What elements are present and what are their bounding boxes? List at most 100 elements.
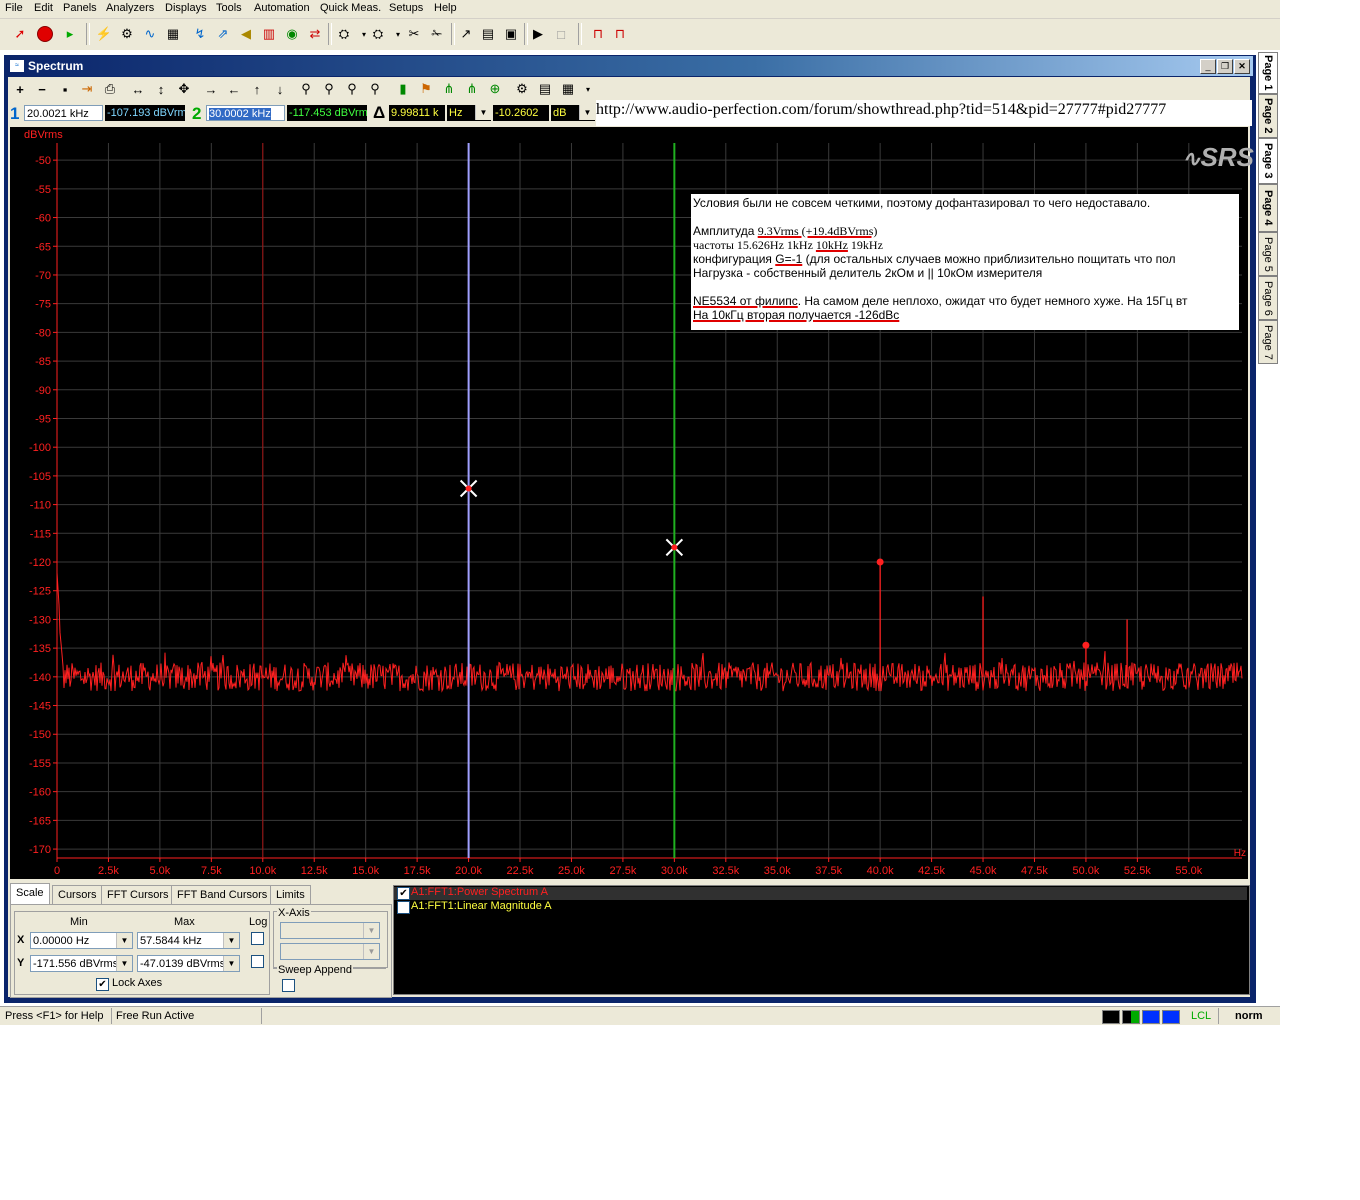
- menu-displays[interactable]: Displays: [165, 2, 207, 14]
- menu-help[interactable]: Help: [434, 2, 457, 14]
- x-log-checkbox[interactable]: [251, 932, 264, 945]
- pan-left-icon[interactable]: ←: [224, 79, 244, 99]
- chart-line-icon[interactable]: ↗: [456, 24, 476, 44]
- minimize-button[interactable]: _: [1200, 59, 1216, 74]
- y-min-field[interactable]: -171.556 dBVrms ▼: [30, 955, 133, 972]
- table-icon[interactable]: ▤: [535, 79, 555, 99]
- close-button[interactable]: ✕: [1234, 59, 1250, 74]
- y-tick-label: -90: [35, 385, 51, 397]
- trace-1-checkbox[interactable]: ✔: [397, 887, 410, 900]
- cursor-2-freq-field[interactable]: 30.0002 kHz: [206, 105, 285, 121]
- page-tab-6[interactable]: Page 6: [1258, 276, 1278, 320]
- tool-icon-a[interactable]: ✂: [404, 24, 424, 44]
- menu-panels[interactable]: Panels: [63, 2, 97, 14]
- tab-limits[interactable]: Limits: [270, 885, 311, 904]
- pan-right-icon[interactable]: →: [201, 79, 221, 99]
- bar-chart-icon[interactable]: ▥: [259, 24, 279, 44]
- quick-meas-ao-icon[interactable]: ⛭: [334, 24, 354, 44]
- gen-a0-icon[interactable]: ⊓: [588, 24, 608, 44]
- record-button[interactable]: [35, 24, 55, 44]
- page-tab-3[interactable]: Page 3: [1258, 138, 1278, 184]
- marker-1-icon[interactable]: ⚲: [296, 79, 316, 99]
- status-indicator-3: [1142, 1010, 1160, 1024]
- tab-fft-band-cursors[interactable]: FFT Band Cursors: [171, 885, 274, 904]
- fft-icon[interactable]: ▦: [163, 24, 183, 44]
- pan-up-icon[interactable]: ↑: [247, 79, 267, 99]
- x-axis-select-2[interactable]: ▼: [280, 943, 380, 960]
- page-tab-5[interactable]: Page 5: [1258, 232, 1278, 276]
- fit-y-icon[interactable]: ↕: [151, 79, 171, 99]
- page-tab-2[interactable]: Page 2: [1258, 94, 1278, 138]
- panel-play-icon[interactable]: ▶: [528, 24, 548, 44]
- delta-freq-unit-select[interactable]: Hz ▼: [447, 105, 491, 121]
- panel-stop-icon[interactable]: □: [551, 24, 571, 44]
- gen-a1-icon[interactable]: ⊓: [610, 24, 630, 44]
- cursor-left-icon[interactable]: ⋔: [439, 79, 459, 99]
- restore-button[interactable]: ❐: [1217, 59, 1233, 74]
- marker-4-icon[interactable]: ⚲: [365, 79, 385, 99]
- film-icon[interactable]: ▣: [501, 24, 521, 44]
- tab-fft-cursors[interactable]: FFT Cursors: [101, 885, 175, 904]
- menu-quick-meas[interactable]: Quick Meas.: [320, 2, 381, 14]
- trace-2-checkbox[interactable]: [397, 901, 410, 914]
- add-icon[interactable]: +: [10, 79, 30, 99]
- note-line-2: Амплитуда 9.3Vrms (+19.4dBVrms): [693, 224, 878, 238]
- graph-settings-icon[interactable]: ⚙: [512, 79, 532, 99]
- crosshair-icon[interactable]: ⊕: [485, 79, 505, 99]
- chevron-down-icon[interactable]: ▾: [578, 79, 598, 99]
- export-icon[interactable]: ⇥: [77, 79, 97, 99]
- remove-icon[interactable]: −: [32, 79, 52, 99]
- status-indicator-2: [1122, 1010, 1140, 1024]
- marker-2-icon[interactable]: ⚲: [319, 79, 339, 99]
- quick-meas-a1-icon[interactable]: ⛭: [368, 24, 388, 44]
- menu-analyzers[interactable]: Analyzers: [106, 2, 154, 14]
- tool-icon-b[interactable]: ✁: [427, 24, 447, 44]
- calculator-icon[interactable]: ▦: [558, 79, 578, 99]
- page-tab-7[interactable]: Page 7: [1258, 320, 1278, 364]
- save-icon[interactable]: ▪: [55, 79, 75, 99]
- cursor-peak-icon[interactable]: ⚑: [416, 79, 436, 99]
- analyzer-tool-2-icon[interactable]: ⚙: [117, 24, 137, 44]
- menu-edit[interactable]: Edit: [34, 2, 53, 14]
- x-axis-select-1[interactable]: ▼: [280, 922, 380, 939]
- x-max-field[interactable]: 57.5844 kHz ▼: [137, 932, 240, 949]
- pan-down-icon[interactable]: ↓: [270, 79, 290, 99]
- tab-cursors[interactable]: Cursors: [52, 885, 103, 904]
- play-icon[interactable]: ▸: [60, 24, 80, 44]
- trace-1-label[interactable]: A1:FFT1:Power Spectrum A: [411, 886, 548, 898]
- meter-icon[interactable]: ▤: [478, 24, 498, 44]
- arrow-red-icon[interactable]: ➚: [10, 24, 30, 44]
- menu-setups[interactable]: Setups: [389, 2, 423, 14]
- graph-icon-2[interactable]: ⇗: [213, 24, 233, 44]
- globe-icon[interactable]: ◉: [282, 24, 302, 44]
- y-log-checkbox[interactable]: [251, 955, 264, 968]
- print-icon[interactable]: ⎙: [100, 79, 120, 99]
- trace-2-label[interactable]: A1:FFT1:Linear Magnitude A: [411, 900, 552, 912]
- tab-scale[interactable]: Scale: [10, 883, 50, 904]
- speaker-icon[interactable]: ◀: [236, 24, 256, 44]
- sweep-icon[interactable]: ∿: [140, 24, 160, 44]
- analyzer-tool-1-icon[interactable]: ⚡: [94, 24, 114, 44]
- menu-file[interactable]: File: [5, 2, 23, 14]
- max-label: Max: [174, 916, 195, 928]
- marker-3-icon[interactable]: ⚲: [342, 79, 362, 99]
- delta-level-unit-select[interactable]: dB ▼: [551, 105, 595, 121]
- fit-x-icon[interactable]: ↔: [128, 79, 148, 99]
- fit-all-icon[interactable]: ✥: [174, 79, 194, 99]
- cursor-tool-icon[interactable]: ▮: [393, 79, 413, 99]
- x-tick-label: 7.5k: [201, 865, 222, 877]
- x-min-field[interactable]: 0.00000 Hz ▼: [30, 932, 133, 949]
- menu-tools[interactable]: Tools: [216, 2, 242, 14]
- cursor-right-icon[interactable]: ⋔: [462, 79, 482, 99]
- graph-icon-1[interactable]: ↯: [190, 24, 210, 44]
- switch-icon[interactable]: ⇄: [305, 24, 325, 44]
- page-tab-4[interactable]: Page 4: [1258, 184, 1278, 232]
- x-tick-label: 37.5k: [815, 865, 842, 877]
- cursor-1-freq-field[interactable]: 20.0021 kHz: [24, 105, 103, 121]
- page-tab-1[interactable]: Page 1: [1258, 52, 1278, 94]
- lock-axes-checkbox[interactable]: ✔: [96, 978, 109, 991]
- window-titlebar[interactable]: [5, 56, 1253, 76]
- menu-automation[interactable]: Automation: [254, 2, 310, 14]
- y-max-field[interactable]: -47.0139 dBVrms ▼: [137, 955, 240, 972]
- sweep-append-checkbox[interactable]: [282, 979, 295, 992]
